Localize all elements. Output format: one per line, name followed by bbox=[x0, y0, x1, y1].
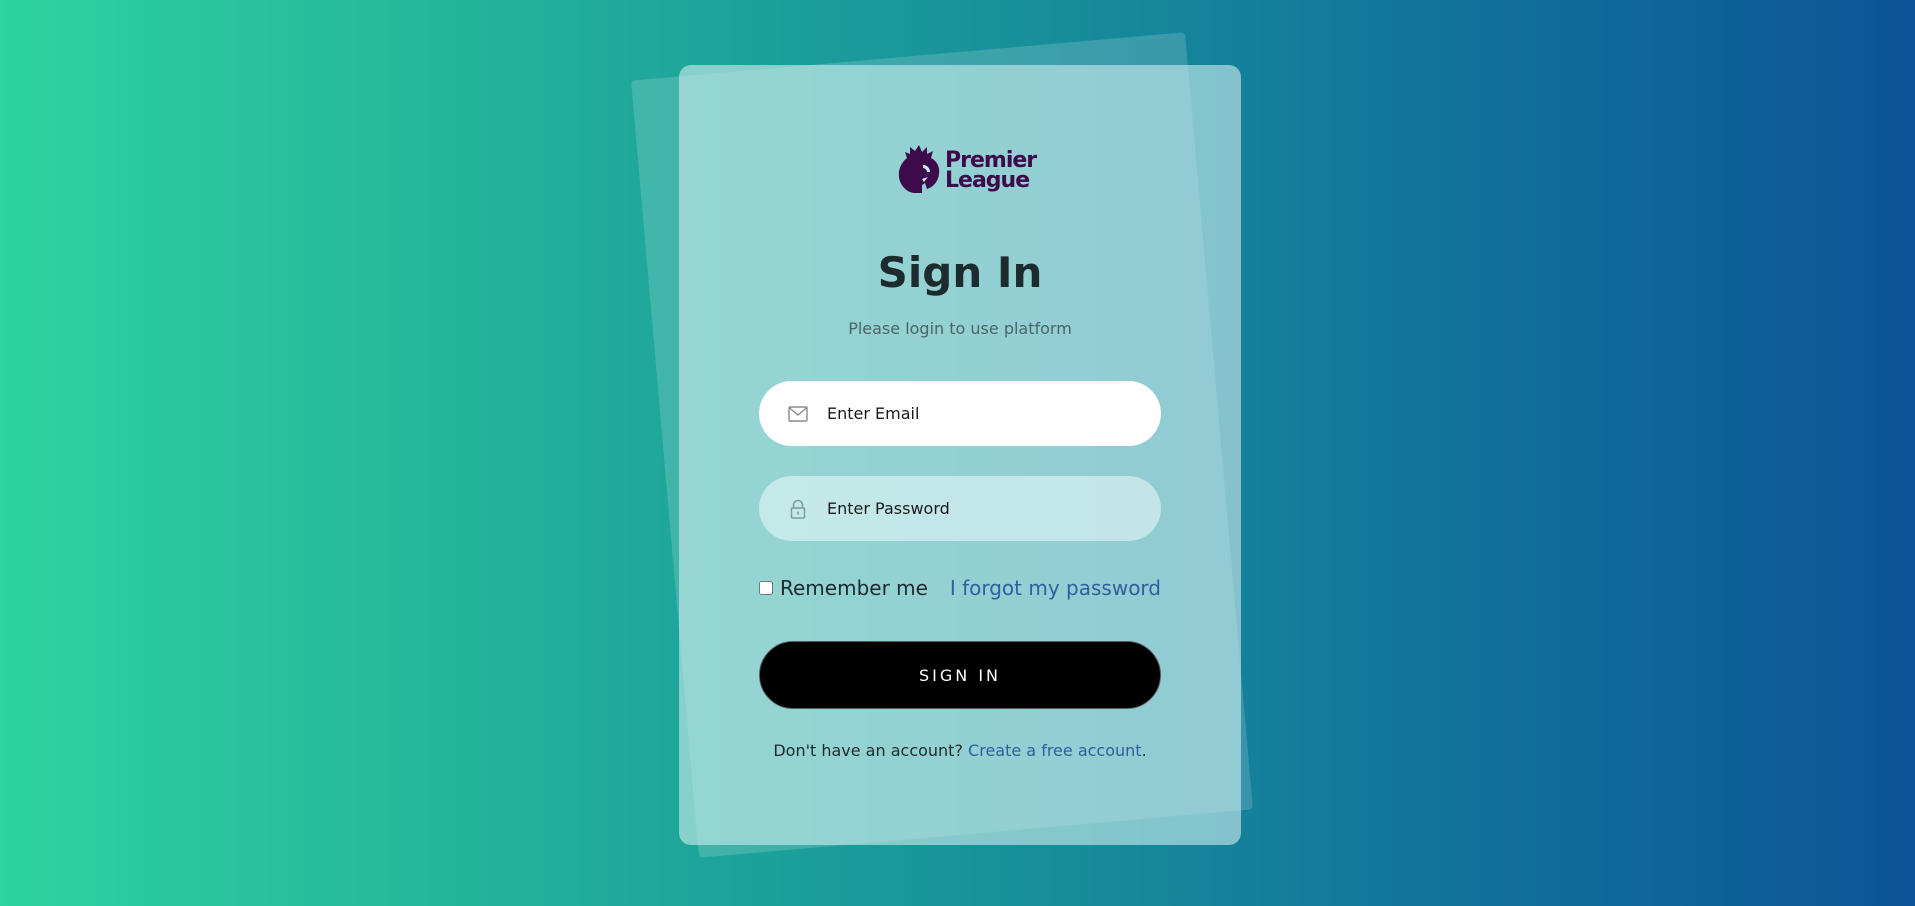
sign-in-button[interactable]: SIGN IN bbox=[759, 641, 1161, 709]
signup-prompt-suffix: . bbox=[1141, 741, 1147, 760]
page-title: Sign In bbox=[877, 248, 1043, 297]
logo: Premier League bbox=[897, 143, 1037, 199]
logo-text: Premier League bbox=[945, 150, 1037, 193]
signup-prompt: Don't have an account? Create a free acc… bbox=[679, 741, 1241, 760]
remember-checkbox[interactable] bbox=[759, 581, 773, 595]
login-card: Premier League Sign In Please login to u… bbox=[679, 65, 1241, 845]
remember-me[interactable]: Remember me bbox=[759, 576, 928, 600]
lion-logo-icon bbox=[898, 145, 940, 193]
password-field[interactable] bbox=[759, 476, 1161, 541]
create-account-link[interactable]: Create a free account bbox=[968, 741, 1142, 760]
forgot-password-link[interactable]: I forgot my password bbox=[950, 576, 1161, 600]
mail-icon bbox=[788, 405, 808, 422]
email-input[interactable] bbox=[827, 404, 1127, 423]
remember-label: Remember me bbox=[780, 576, 928, 600]
login-options: Remember me I forgot my password bbox=[759, 573, 1161, 603]
logo-line2: League bbox=[945, 168, 1030, 193]
page-subtitle: Please login to use platform bbox=[848, 319, 1072, 338]
password-input[interactable] bbox=[827, 499, 1127, 518]
lock-icon bbox=[790, 499, 806, 519]
email-field[interactable] bbox=[759, 381, 1161, 446]
signup-prompt-text: Don't have an account? bbox=[773, 741, 963, 760]
